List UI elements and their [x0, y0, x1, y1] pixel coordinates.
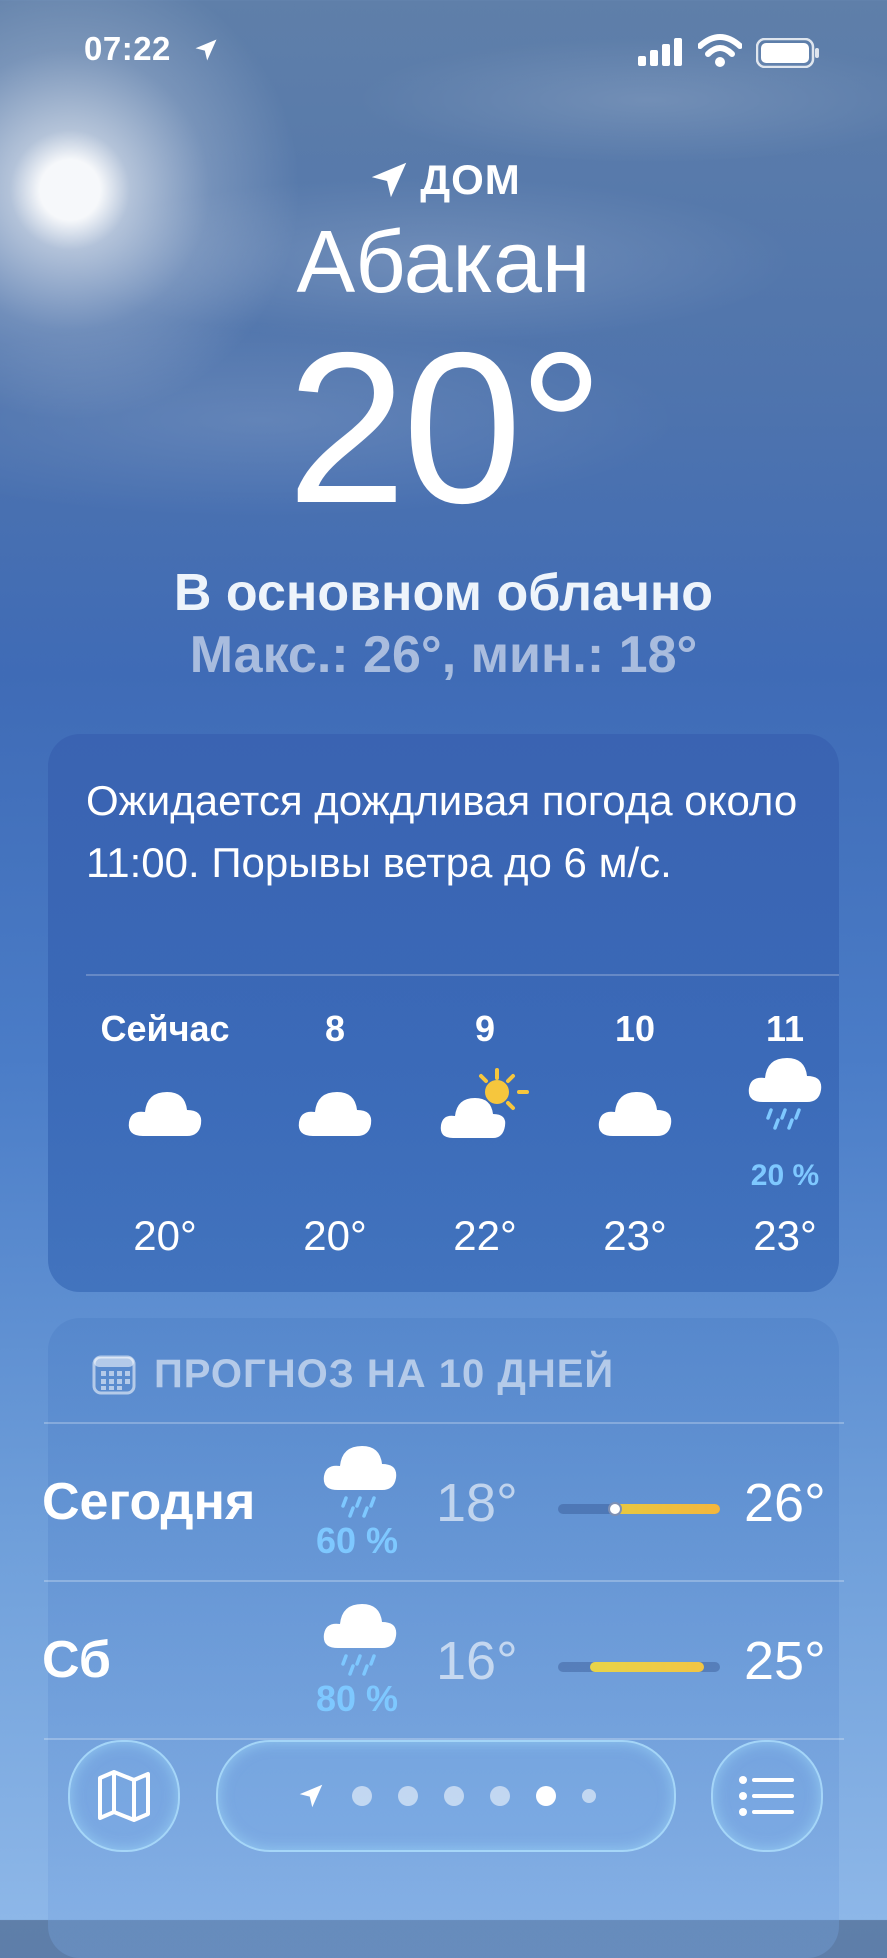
hour-item: 11 20 % 23°: [710, 1004, 860, 1284]
map-button[interactable]: [68, 1740, 180, 1852]
partly-sunny-icon: [440, 1068, 529, 1138]
day-name: Сб: [42, 1631, 111, 1689]
location-pager[interactable]: [216, 1740, 676, 1852]
hour-temperature: 20°: [303, 1212, 367, 1259]
page-dot[interactable]: [352, 1786, 372, 1806]
city-name: Абакан: [296, 212, 591, 311]
status-bar: 07:22: [0, 30, 887, 74]
bottom-toolbar: [0, 1740, 887, 1852]
wifi-icon: [698, 34, 742, 67]
hour-temperature: 22°: [453, 1212, 517, 1259]
hourly-forecast-card[interactable]: Ожидается дождливая погода около 11:00. …: [48, 734, 839, 1292]
page-dot-active[interactable]: [536, 1786, 556, 1806]
divider: [86, 974, 839, 976]
hour-label: Сейчас: [100, 1008, 230, 1049]
day-name: Сегодня: [42, 1473, 256, 1531]
page-dot[interactable]: [444, 1786, 464, 1806]
calendar-icon: [92, 1355, 136, 1395]
hour-item: 10 23°: [560, 1004, 710, 1284]
map-icon: [98, 1770, 150, 1822]
hour-temperature: 23°: [603, 1212, 667, 1259]
ten-day-forecast-card[interactable]: ПРОГНОЗ НА 10 ДНЕЙ Сегодня 60 % 18° 26° …: [42, 1318, 844, 1958]
hour-temperature: 20°: [133, 1212, 197, 1259]
list-icon: [739, 1776, 794, 1816]
cloud-icon: [128, 1092, 202, 1136]
hourly-strip[interactable]: Сейчас 20° 8 20° 9 22° 10 23° 11 20 % 23…: [48, 1004, 839, 1284]
cloud-icon: [298, 1092, 372, 1136]
high-low-temperature: Макс.: 26°, мин.: 18°: [189, 626, 698, 684]
day-min-temperature: 18°: [436, 1473, 518, 1533]
hour-item: Сейчас 20°: [90, 1004, 240, 1284]
status-time: 07:22: [84, 30, 171, 67]
hour-temperature: 23°: [753, 1212, 817, 1259]
locations-list-button[interactable]: [711, 1740, 823, 1852]
current-temperature: 20°: [286, 307, 604, 548]
temperature-range-bar: [558, 1662, 720, 1672]
location-row: ДОМ: [0, 150, 887, 210]
precipitation-chance: 80 %: [315, 1678, 399, 1719]
day-max-temperature: 25°: [744, 1631, 826, 1691]
day-max-temperature: 26°: [744, 1473, 826, 1533]
temperature-range-bar: [558, 1502, 720, 1516]
location-arrow-icon: [195, 39, 217, 61]
current-weather-header: ДОМ Абакан 20° В основном облачно Макс.:…: [0, 150, 887, 687]
hour-item: 9 22°: [410, 1004, 560, 1284]
hour-label: 8: [324, 1008, 346, 1049]
ten-day-header: ПРОГНОЗ НА 10 ДНЕЙ: [92, 1346, 614, 1402]
cellular-signal-icon: [638, 38, 682, 66]
hour-label: 10: [614, 1008, 656, 1049]
rain-cloud-icon: [323, 1446, 397, 1518]
page-dot[interactable]: [490, 1786, 510, 1806]
temperature-range-fill: [590, 1662, 704, 1672]
forecast-summary: Ожидается дождливая погода около 11:00. …: [86, 777, 798, 886]
battery-icon: [756, 38, 819, 68]
page-dot[interactable]: [582, 1789, 596, 1803]
hour-label: 11: [765, 1008, 805, 1049]
ten-day-title: ПРОГНОЗ НА 10 ДНЕЙ: [154, 1351, 615, 1396]
cloud-icon: [598, 1092, 672, 1136]
precipitation-chance: 60 %: [315, 1520, 399, 1561]
current-temperature-dot: [607, 1502, 622, 1516]
hour-label: 9: [474, 1008, 496, 1049]
location-label: ДОМ: [420, 156, 521, 203]
hour-item: 8 20°: [260, 1004, 410, 1284]
day-row-today[interactable]: Сегодня 60 % 18° 26°: [42, 1424, 848, 1580]
rain-cloud-icon: [323, 1604, 397, 1676]
rain-cloud-icon: [748, 1058, 822, 1130]
precipitation-chance: 20 %: [750, 1159, 820, 1192]
temperature-range-fill: [614, 1504, 720, 1514]
weather-condition: В основном облачно: [173, 564, 714, 622]
location-arrow-icon: [371, 162, 407, 198]
day-row-saturday[interactable]: Сб 80 % 16° 25°: [42, 1582, 848, 1738]
day-min-temperature: 16°: [436, 1631, 518, 1691]
page-dot[interactable]: [398, 1786, 418, 1806]
location-arrow-icon[interactable]: [296, 1781, 326, 1811]
